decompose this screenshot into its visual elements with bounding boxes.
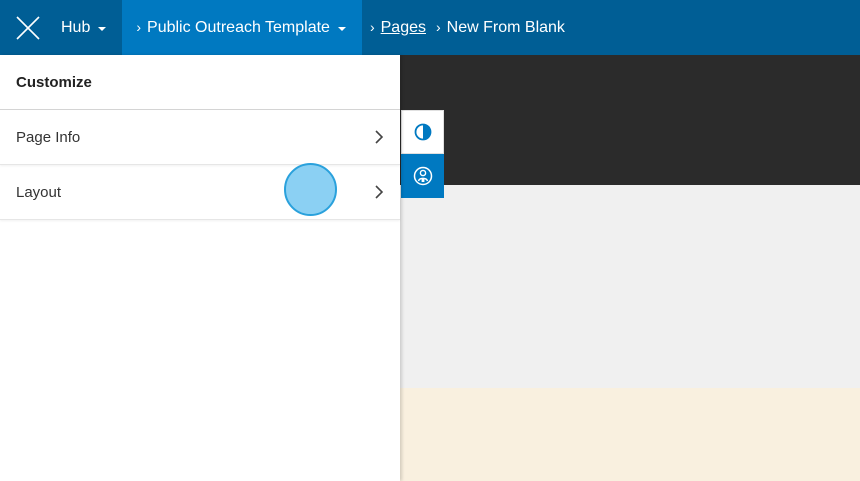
customize-panel: Customize Page Info Layout — [0, 55, 400, 481]
site-label: Public Outreach Template — [147, 18, 330, 36]
top-navigation-bar: Hub › Public Outreach Template › Pages ›… — [0, 0, 860, 55]
accessibility-tool-button[interactable] — [401, 154, 444, 198]
chevron-right-icon: › — [136, 18, 142, 35]
breadcrumb-pages-link[interactable]: Pages — [381, 19, 426, 37]
hub-label: Hub — [61, 18, 91, 36]
panel-item-label: Layout — [16, 183, 62, 201]
panel-item-layout[interactable]: Layout — [0, 165, 400, 220]
contrast-icon — [414, 123, 431, 141]
close-icon — [15, 15, 40, 40]
caret-down-icon — [98, 26, 107, 31]
panel-item-page-info[interactable]: Page Info — [0, 110, 400, 165]
panel-item-label: Page Info — [16, 128, 81, 146]
page-preview-footer-section — [400, 388, 860, 481]
chevron-right-icon — [374, 129, 384, 145]
breadcrumb: › Pages › New From Blank — [362, 19, 565, 37]
site-dropdown-button[interactable]: › Public Outreach Template — [122, 0, 362, 55]
hub-dropdown-button[interactable]: Hub — [55, 0, 122, 55]
chevron-right-icon — [374, 184, 384, 200]
page-preview-body-section — [400, 185, 860, 388]
panel-title: Customize — [0, 55, 400, 110]
chevron-right-icon: › — [436, 18, 441, 35]
page-preview-header-section — [400, 55, 860, 185]
close-button[interactable] — [0, 0, 55, 55]
caret-down-icon — [337, 26, 346, 31]
click-indicator — [284, 163, 337, 216]
chevron-right-icon: › — [369, 18, 375, 35]
accessibility-icon — [413, 166, 432, 186]
theme-tool-button[interactable] — [401, 110, 444, 154]
breadcrumb-current-page: New From Blank — [446, 18, 565, 36]
